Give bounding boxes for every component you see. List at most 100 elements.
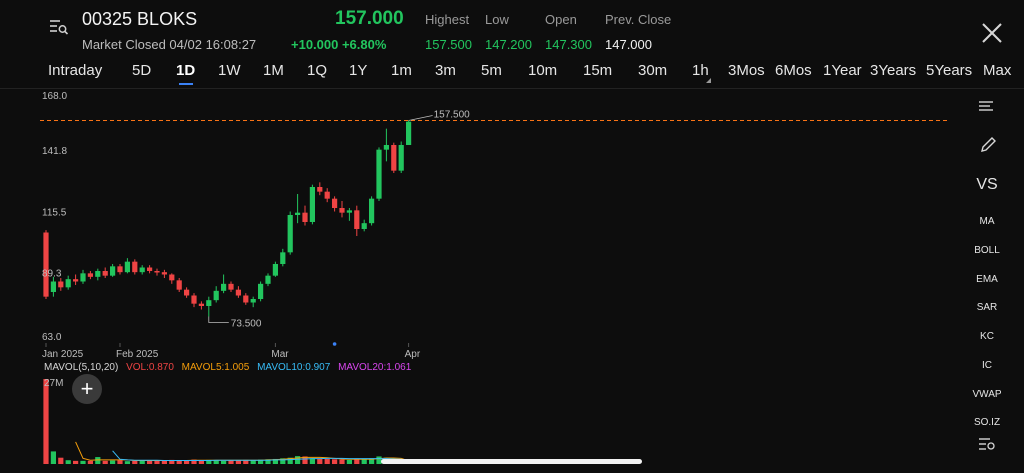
volume-bar (102, 460, 108, 464)
volume-bar (73, 460, 79, 464)
tab-1year[interactable]: 1Year (823, 62, 862, 79)
high-annotation-label: 157.500 (434, 110, 471, 121)
candle-body (102, 271, 108, 276)
volume-bar (235, 460, 241, 464)
candle-body (339, 208, 345, 213)
x-tick-label: Feb 2025 (116, 349, 159, 360)
indicator-ma[interactable]: MA (960, 216, 1014, 227)
price-chart[interactable]: 168.0 141.8 115.5 89.3 63.0 Jan 2025 Feb 2025 M… (0, 88, 960, 378)
candle-body (176, 280, 182, 290)
indicator-ema[interactable]: EMA (960, 274, 1014, 285)
stat-label-open: Open (545, 12, 577, 27)
settings-list-icon[interactable] (978, 436, 996, 452)
close-icon[interactable] (981, 22, 1003, 44)
compare-vs-button[interactable]: VS (960, 176, 1014, 194)
watchlist-menu-icon[interactable] (49, 18, 69, 36)
pencil-icon[interactable] (979, 136, 997, 154)
candle-body (258, 283, 264, 299)
candle-body (110, 266, 116, 276)
tab-intraday[interactable]: Intraday (48, 62, 102, 79)
tab-15min[interactable]: 15m (583, 62, 612, 79)
tab-10min[interactable]: 10m (528, 62, 557, 79)
x-tick-label: Jan 2025 (42, 349, 84, 360)
y-tick-label: 168.0 (42, 91, 67, 102)
tab-3mos[interactable]: 3Mos (728, 62, 765, 79)
tab-1d[interactable]: 1D (176, 62, 195, 79)
stat-value-prev-close: 147.000 (605, 37, 652, 52)
candle-body (147, 267, 153, 271)
candle-body (272, 264, 278, 276)
volume-bar (95, 457, 101, 464)
candle-body (376, 149, 382, 199)
more-periods-indicator (706, 78, 711, 83)
mavol5-value: MAVOL5:1.005 (181, 362, 250, 373)
tab-5min[interactable]: 5m (481, 62, 502, 79)
candle-body (280, 252, 286, 264)
candle-body (250, 299, 256, 303)
tab-5years[interactable]: 5Years (926, 62, 972, 79)
symbol-title: 00325 BLOKS (82, 9, 198, 29)
candle-body (295, 212, 301, 215)
candle-body (361, 223, 367, 229)
candle-body (198, 303, 204, 306)
stat-value-low: 147.200 (485, 37, 532, 52)
volume-title: MAVOL(5,10,20) (44, 362, 119, 373)
tab-1q[interactable]: 1Q (307, 62, 327, 79)
candle-body (43, 232, 49, 297)
candle-body (132, 261, 138, 273)
tab-1m[interactable]: 1M (263, 62, 284, 79)
indicator-list-icon[interactable] (978, 100, 994, 114)
tab-3min[interactable]: 3m (435, 62, 456, 79)
indicator-vwap[interactable]: VWAP (960, 389, 1014, 400)
tab-3years[interactable]: 3Years (870, 62, 916, 79)
candle-body (228, 283, 234, 290)
indicator-kc[interactable]: KC (960, 331, 1014, 342)
tab-1w[interactable]: 1W (218, 62, 241, 79)
tab-6mos[interactable]: 6Mos (775, 62, 812, 79)
tab-30min[interactable]: 30m (638, 62, 667, 79)
stat-label-prev-close: Prev. Close (605, 12, 672, 27)
volume-bar (332, 459, 338, 464)
mavol5-line (75, 441, 409, 462)
mavol20-value: MAVOL20:1.061 (338, 362, 412, 373)
tab-max[interactable]: Max (983, 62, 1011, 79)
y-tick-label: 89.3 (42, 269, 62, 280)
candle-body (184, 289, 190, 296)
volume-bar (43, 379, 49, 464)
last-price: 157.000 (335, 8, 404, 29)
tab-1min[interactable]: 1m (391, 62, 412, 79)
candle-body (221, 283, 227, 291)
volume-bar (80, 460, 86, 464)
candle-body (391, 145, 397, 171)
tab-1h[interactable]: 1h (692, 62, 709, 79)
x-tick-label: Apr (405, 349, 421, 360)
tab-5d[interactable]: 5D (132, 62, 151, 79)
indicator-so-iz[interactable]: SO.IZ (960, 417, 1014, 426)
indicator-ic[interactable]: IC (960, 360, 1014, 371)
tab-1y[interactable]: 1Y (349, 62, 367, 79)
volume-bar (221, 460, 227, 464)
candle-body (80, 273, 86, 282)
y-tick-label: 63.0 (42, 332, 62, 343)
volume-value: VOL:0.870 (126, 362, 174, 373)
candle-body (265, 275, 271, 284)
candle-body (369, 198, 375, 224)
home-indicator (381, 459, 642, 464)
candle-body (324, 191, 330, 199)
volume-bar (295, 456, 301, 464)
low-annotation-label: 73.500 (231, 319, 262, 330)
volume-bar (228, 460, 234, 464)
volume-bar (354, 459, 360, 464)
volume-bar (65, 460, 71, 464)
candle-body (191, 295, 197, 304)
volume-bar (147, 460, 153, 464)
volume-bar (58, 457, 64, 464)
volume-bar (154, 460, 160, 464)
candle-body (169, 274, 175, 281)
candle-body (346, 210, 352, 213)
indicator-sar[interactable]: SAR (960, 302, 1014, 313)
candle-body (354, 210, 360, 229)
indicator-boll[interactable]: BOLL (960, 245, 1014, 256)
event-marker-dot (332, 342, 337, 346)
add-indicator-button[interactable]: + (72, 374, 102, 404)
